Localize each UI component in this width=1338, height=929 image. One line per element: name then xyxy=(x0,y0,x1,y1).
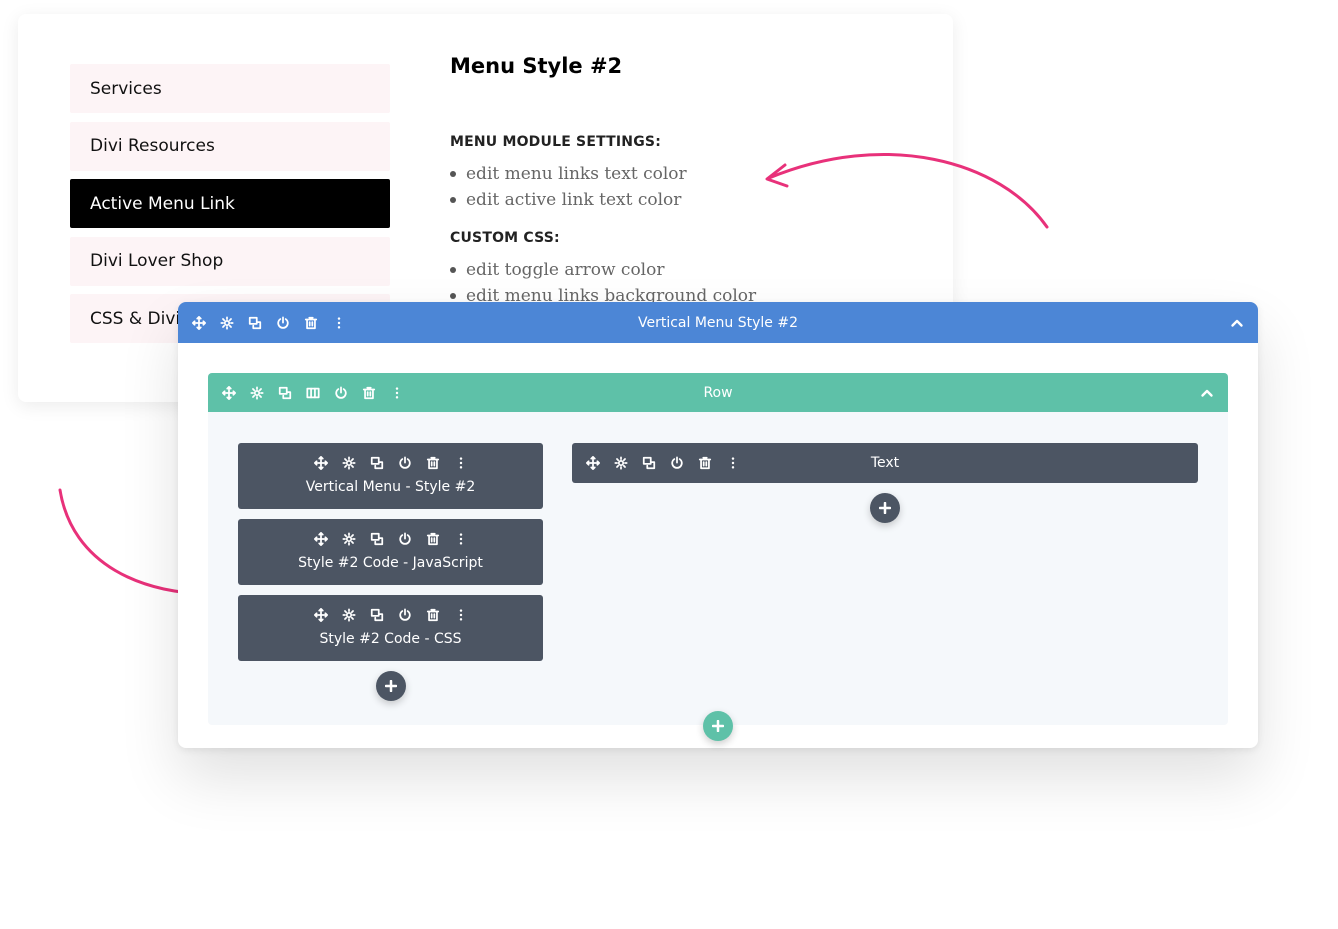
power-icon[interactable] xyxy=(391,529,419,549)
duplicate-icon[interactable] xyxy=(241,313,269,333)
trash-icon[interactable] xyxy=(297,313,325,333)
module-toolbar xyxy=(238,605,543,625)
builder-section: Vertical Menu Style #2 Row Vertical Menu… xyxy=(178,302,1258,748)
gear-icon[interactable] xyxy=(335,605,363,625)
menu-item-label: Divi Lover Shop xyxy=(90,251,224,271)
move-icon[interactable] xyxy=(579,453,607,473)
more-icon[interactable] xyxy=(447,605,475,625)
more-icon[interactable] xyxy=(383,383,411,403)
gear-icon[interactable] xyxy=(335,529,363,549)
duplicate-icon[interactable] xyxy=(363,605,391,625)
more-icon[interactable] xyxy=(447,453,475,473)
module-vertical-menu[interactable]: Vertical Menu - Style #2 xyxy=(238,443,543,509)
move-icon[interactable] xyxy=(307,453,335,473)
power-icon[interactable] xyxy=(269,313,297,333)
module-toolbar xyxy=(238,529,543,549)
section-toolbar xyxy=(178,313,353,333)
module-label: Style #2 Code - JavaScript xyxy=(298,555,483,571)
trash-icon[interactable] xyxy=(419,605,447,625)
chevron-up-icon[interactable] xyxy=(1200,386,1214,400)
move-icon[interactable] xyxy=(185,313,213,333)
gear-icon[interactable] xyxy=(335,453,363,473)
menu-item-active[interactable]: Active Menu Link xyxy=(70,179,390,228)
list-item: edit toggle arrow color xyxy=(450,257,756,283)
move-icon[interactable] xyxy=(307,605,335,625)
trash-icon[interactable] xyxy=(419,529,447,549)
add-row-button[interactable] xyxy=(703,711,733,741)
duplicate-icon[interactable] xyxy=(271,383,299,403)
gear-icon[interactable] xyxy=(213,313,241,333)
power-icon[interactable] xyxy=(391,605,419,625)
module-settings-list: edit menu links text color edit active l… xyxy=(450,161,687,213)
list-item: edit menu links text color xyxy=(450,161,687,187)
menu-item-divi-lover-shop[interactable]: Divi Lover Shop xyxy=(70,236,390,286)
builder-row: Row Vertical Menu - Style #2 Style #2 Co… xyxy=(208,373,1228,725)
module-toolbar xyxy=(572,453,747,473)
stage: Services Divi Resources Active Menu Link… xyxy=(0,0,1338,929)
plus-icon xyxy=(879,502,891,514)
menu-item-services[interactable]: Services xyxy=(70,64,390,113)
module-js-code[interactable]: Style #2 Code - JavaScript xyxy=(238,519,543,585)
list-item: edit active link text color xyxy=(450,187,687,213)
trash-icon[interactable] xyxy=(355,383,383,403)
menu-item-label: CSS & Divi xyxy=(90,308,181,329)
duplicate-icon[interactable] xyxy=(363,453,391,473)
move-icon[interactable] xyxy=(307,529,335,549)
plus-icon xyxy=(712,720,724,732)
columns-icon[interactable] xyxy=(299,383,327,403)
preview-title: Menu Style #2 xyxy=(450,54,623,78)
module-label: Vertical Menu - Style #2 xyxy=(305,479,476,495)
add-module-button[interactable] xyxy=(870,493,900,523)
section-header[interactable]: Vertical Menu Style #2 xyxy=(178,302,1258,343)
move-icon[interactable] xyxy=(215,383,243,403)
trash-icon[interactable] xyxy=(419,453,447,473)
custom-css-heading: CUSTOM CSS: xyxy=(450,230,560,246)
plus-icon xyxy=(385,680,397,692)
gear-icon[interactable] xyxy=(607,453,635,473)
add-module-button[interactable] xyxy=(376,671,406,701)
more-icon[interactable] xyxy=(719,453,747,473)
gear-icon[interactable] xyxy=(243,383,271,403)
module-css-code[interactable]: Style #2 Code - CSS xyxy=(238,595,543,661)
menu-item-divi-resources[interactable]: Divi Resources xyxy=(70,121,390,171)
module-toolbar xyxy=(238,453,543,473)
module-settings-heading: MENU MODULE SETTINGS: xyxy=(450,134,662,150)
row-toolbar xyxy=(208,383,411,403)
menu-item-label: Active Menu Link xyxy=(90,193,235,214)
more-icon[interactable] xyxy=(447,529,475,549)
power-icon[interactable] xyxy=(663,453,691,473)
more-icon[interactable] xyxy=(325,313,353,333)
trash-icon[interactable] xyxy=(691,453,719,473)
duplicate-icon[interactable] xyxy=(635,453,663,473)
power-icon[interactable] xyxy=(391,453,419,473)
module-label: Style #2 Code - CSS xyxy=(319,631,462,647)
menu-item-label: Divi Resources xyxy=(90,136,215,156)
module-text[interactable]: Text xyxy=(572,443,1198,483)
menu-item-label: Services xyxy=(90,78,162,99)
chevron-up-icon[interactable] xyxy=(1230,316,1244,330)
duplicate-icon[interactable] xyxy=(363,529,391,549)
curved-arrow-icon xyxy=(765,153,1049,229)
row-header[interactable]: Row xyxy=(208,373,1228,412)
power-icon[interactable] xyxy=(327,383,355,403)
